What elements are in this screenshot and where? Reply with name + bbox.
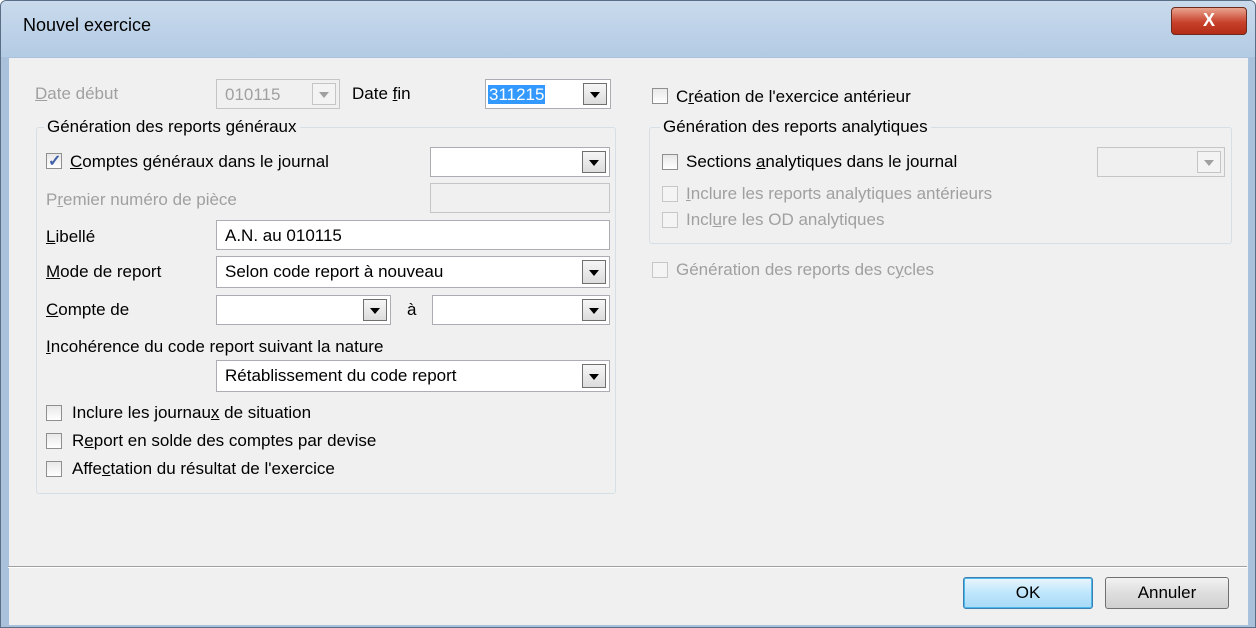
analytic-reports-title: Génération des reports analytiques xyxy=(660,117,931,137)
date-debut-label: Date début xyxy=(35,84,119,103)
inclure-reports-analytiques-checkbox xyxy=(662,186,678,202)
comptes-journal-select[interactable] xyxy=(430,147,610,177)
affectation-checkbox[interactable] xyxy=(46,461,62,477)
date-debut-dropdown xyxy=(312,83,336,105)
compte-de-label: Compte de xyxy=(46,300,130,319)
journaux-situation-label: Inclure les journaux de situation xyxy=(72,403,312,422)
report-solde-checkbox[interactable] xyxy=(46,433,62,449)
window-title: Nouvel exercice xyxy=(23,15,152,35)
premier-numero-label: Premier numéro de pièce xyxy=(46,190,237,209)
date-fin-value: 311215 xyxy=(488,85,546,104)
incoherence-dropdown[interactable] xyxy=(582,364,606,388)
mode-report-dropdown[interactable] xyxy=(582,260,606,284)
title-bar: Nouvel exercice X xyxy=(1,1,1255,57)
chevron-down-icon xyxy=(589,160,599,166)
date-debut-field: 010115 xyxy=(216,79,340,109)
premier-numero-field xyxy=(430,183,610,213)
compte-de-select[interactable] xyxy=(216,295,391,325)
reports-cycles-checkbox xyxy=(652,262,668,278)
date-fin-label: Date fin xyxy=(352,84,411,103)
mode-report-label: Mode de report xyxy=(46,262,162,281)
inclure-od-checkbox xyxy=(662,212,678,228)
sections-analytiques-checkbox[interactable] xyxy=(662,154,678,170)
mode-report-select[interactable]: Selon code report à nouveau xyxy=(216,256,610,288)
reports-cycles-label: Génération des reports des cycles xyxy=(676,260,934,279)
compte-a-select[interactable] xyxy=(432,295,610,325)
date-fin-field[interactable]: 311215 xyxy=(485,79,611,109)
ok-button[interactable]: OK xyxy=(963,577,1093,609)
chevron-down-icon xyxy=(589,308,599,314)
inclure-od-label: Inclure les OD analytiques xyxy=(686,210,885,229)
footer-separator xyxy=(8,566,1247,568)
checkmark-icon: ✓ xyxy=(48,153,62,170)
journaux-situation-checkbox[interactable] xyxy=(46,405,62,421)
cancel-button[interactable]: Annuler xyxy=(1105,577,1229,609)
compte-de-dropdown[interactable] xyxy=(363,299,387,321)
chevron-down-icon xyxy=(319,92,329,98)
chevron-down-icon xyxy=(589,270,599,276)
compte-a-dropdown[interactable] xyxy=(582,299,606,321)
close-button[interactable]: X xyxy=(1171,7,1247,35)
chevron-down-icon xyxy=(370,308,380,314)
sections-analytiques-label: Sections analytiques dans le journal xyxy=(686,152,958,171)
incoherence-select[interactable]: Rétablissement du code report xyxy=(216,360,610,392)
chevron-down-icon xyxy=(589,374,599,380)
sections-analytiques-select xyxy=(1097,147,1225,177)
affectation-label: Affectation du résultat de l'exercice xyxy=(72,459,335,478)
report-solde-label: Report en solde des comptes par devise xyxy=(72,431,377,450)
comptes-generaux-label: Comptes généraux dans le journal xyxy=(70,152,329,171)
general-reports-title: Génération des reports généraux xyxy=(44,117,300,137)
close-icon: X xyxy=(1202,10,1215,30)
sections-analytiques-dropdown xyxy=(1197,151,1221,173)
chevron-down-icon xyxy=(590,92,600,98)
compte-a-label: à xyxy=(407,300,417,319)
creation-anterieur-label: Création de l'exercice antérieur xyxy=(676,87,911,106)
comptes-journal-dropdown[interactable] xyxy=(582,151,606,173)
libelle-input[interactable]: A.N. au 010115 xyxy=(216,220,610,250)
libelle-label: Libellé xyxy=(46,227,96,246)
comptes-generaux-checkbox[interactable]: ✓ xyxy=(46,153,62,170)
creation-anterieur-checkbox[interactable] xyxy=(652,88,668,104)
date-fin-dropdown[interactable] xyxy=(583,83,607,105)
chevron-down-icon xyxy=(1204,160,1214,166)
inclure-reports-analytiques-label: Inclure les reports analytiques antérieu… xyxy=(686,184,993,203)
incoherence-label: Incohérence du code report suivant la na… xyxy=(46,337,384,356)
